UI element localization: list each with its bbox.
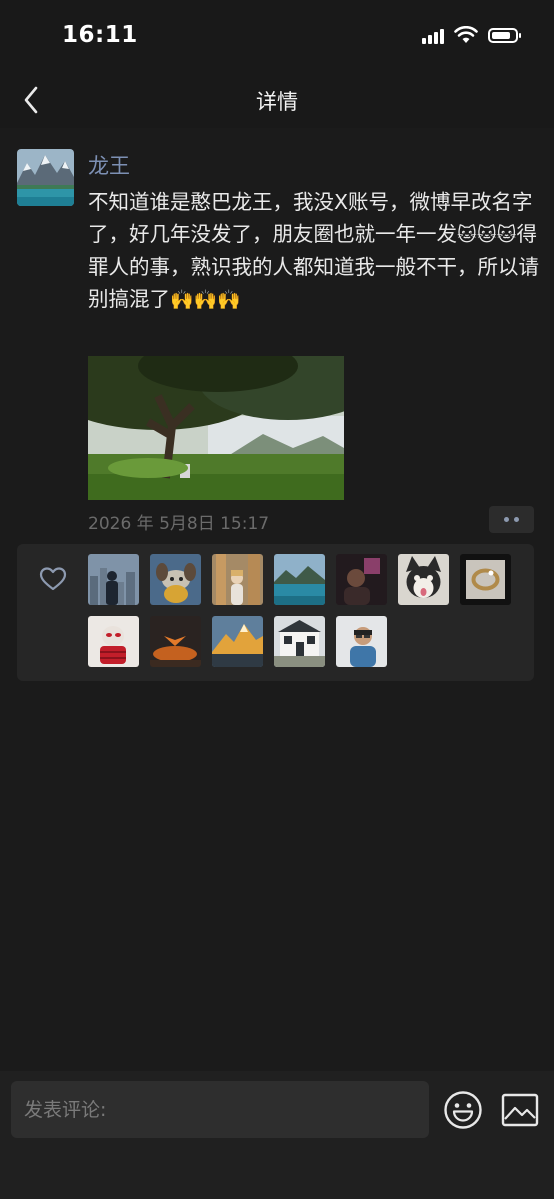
liker-avatar[interactable] [88,554,139,605]
ring-avatar [460,554,511,605]
smiley-icon [444,1091,482,1129]
liker-avatar[interactable] [150,554,201,605]
more-actions-button[interactable] [489,506,534,533]
house-avatar [274,616,325,667]
cat-emoji: 🐱 [476,224,497,246]
raised-hands-emoji: 🙌 [217,289,242,311]
cat-emoji: 🐱 [457,224,477,246]
man-glasses-avatar [336,616,387,667]
liker-avatar[interactable] [212,554,263,605]
city-silhouette-avatar [88,554,139,605]
cat-emoji: 🐱 [496,224,517,246]
lake-landscape-avatar [274,554,325,605]
spiderman-plush-avatar [88,616,139,667]
emoji-button[interactable] [443,1090,483,1130]
liker-avatar[interactable] [274,554,325,605]
image-button[interactable] [501,1093,539,1127]
nav-bar: 详情 [0,72,554,128]
tree-photo-image [88,356,344,500]
liker-avatar[interactable] [212,616,263,667]
image-icon [501,1093,539,1127]
liker-avatar[interactable] [274,616,325,667]
post-photo[interactable] [88,356,344,500]
author-name[interactable]: 龙王 [88,150,130,180]
liker-avatar[interactable] [336,554,387,605]
giraffe-girl-avatar [212,554,263,605]
post-text: 不知道谁是憨巴龙王，我没X账号，微博早改名字了，好几年没发了，朋友圈也就一年一发… [88,186,544,316]
comment-bar [0,1071,554,1199]
liker-avatar[interactable] [88,616,139,667]
post-timestamp: 2026 年 5月8日 15:17 [88,514,270,534]
comment-input[interactable] [11,1081,429,1138]
husky-avatar [398,554,449,605]
dot-icon [514,517,519,522]
likes-panel [17,544,534,681]
liker-avatar-grid [88,554,528,667]
dark-portrait-avatar [336,554,387,605]
page-title: 详情 [256,90,298,114]
liker-avatar[interactable] [336,616,387,667]
plush-toy-avatar [150,554,201,605]
liker-avatar[interactable] [460,554,511,605]
status-bar: 16:11 [0,0,554,72]
dot-icon [504,517,509,522]
author-avatar[interactable] [17,149,74,206]
battery-fill [492,31,510,39]
status-time: 16:11 [62,22,138,48]
liker-avatar[interactable] [150,616,201,667]
signal-icon [422,26,444,44]
wifi-icon [454,26,478,43]
liker-avatar[interactable] [398,554,449,605]
heart-icon [39,567,67,591]
golden-mountain-avatar [212,616,263,667]
status-icons [422,26,521,44]
raised-hands-emoji: 🙌 [193,289,218,311]
mountain-lake-avatar-image [17,149,74,206]
sunset-bird-avatar [150,616,201,667]
battery-icon [488,27,521,43]
raised-hands-emoji: 🙌 [170,289,194,311]
